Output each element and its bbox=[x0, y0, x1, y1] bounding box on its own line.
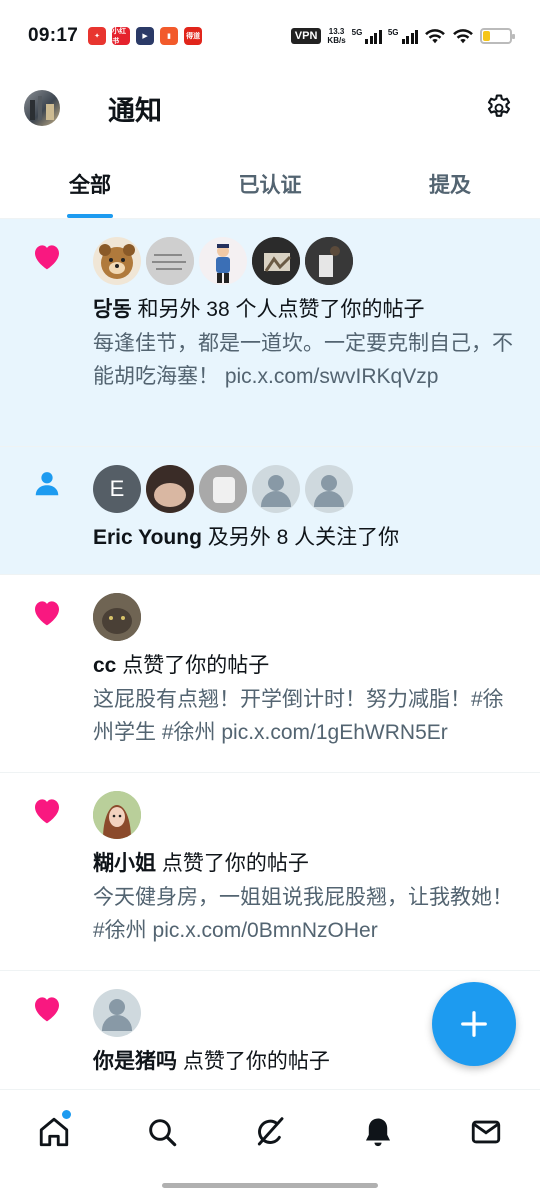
avatar[interactable] bbox=[146, 237, 194, 285]
wifi-icon bbox=[425, 29, 445, 44]
nav-search[interactable] bbox=[108, 1090, 216, 1173]
avatar[interactable] bbox=[199, 465, 247, 513]
compose-post-button[interactable] bbox=[432, 982, 516, 1066]
status-time: 09:17 bbox=[28, 25, 79, 46]
post-snippet[interactable]: 每逢佳节，都是一道坎。一定要克制自己，不能胡吃海塞！ pic.x.com/swv… bbox=[93, 327, 522, 393]
notification-headline: 당동 和另外 38 个人点赞了你的帖子 bbox=[93, 298, 425, 321]
actor-avatars bbox=[93, 237, 522, 285]
app-icon-5: 得道 bbox=[184, 27, 203, 45]
status-app-icons: ✦ 小红书 ▶ ▮ 得道 bbox=[88, 27, 203, 45]
signal-bars-icon bbox=[401, 28, 418, 44]
post-snippet[interactable]: 今天健身房，一姐姐说我屁股翘，让我教她！#徐州 pic.x.com/0BmnNz… bbox=[93, 881, 522, 947]
battery-icon bbox=[480, 28, 515, 44]
signal-bars-icon bbox=[365, 28, 382, 44]
avatar[interactable] bbox=[305, 465, 353, 513]
avatar[interactable] bbox=[252, 237, 300, 285]
nav-grok[interactable] bbox=[216, 1090, 324, 1173]
actor-avatars bbox=[93, 791, 522, 839]
notification-item[interactable]: 糊小姐 点赞了你的帖子 今天健身房，一姐姐说我屁股翘，让我教她！#徐州 pic.… bbox=[0, 773, 540, 971]
avatar[interactable] bbox=[305, 237, 353, 285]
signal-5g-2: 5G bbox=[388, 28, 418, 44]
notification-feed[interactable]: 당동 和另外 38 个人点赞了你的帖子 每逢佳节，都是一道坎。一定要克制自己，不… bbox=[0, 219, 540, 1089]
unread-dot bbox=[62, 1110, 71, 1119]
mail-icon bbox=[471, 1120, 501, 1143]
avatar[interactable] bbox=[93, 237, 141, 285]
tab-all[interactable]: 全部 bbox=[0, 150, 180, 218]
page-title: 通知 bbox=[108, 95, 162, 126]
gear-icon bbox=[487, 94, 511, 117]
nav-messages[interactable] bbox=[432, 1090, 540, 1173]
nav-notifications[interactable] bbox=[324, 1090, 432, 1173]
app-icon-4: ▮ bbox=[160, 27, 179, 45]
avatar[interactable] bbox=[93, 593, 141, 641]
grok-icon bbox=[257, 1116, 284, 1145]
actor-avatars: E bbox=[93, 465, 522, 513]
active-tab-indicator bbox=[67, 214, 113, 218]
bell-icon bbox=[365, 1118, 391, 1146]
app-icon-1: ✦ bbox=[88, 27, 107, 45]
avatar[interactable] bbox=[93, 989, 141, 1037]
vpn-badge: VPN bbox=[290, 28, 322, 44]
search-icon bbox=[149, 1118, 177, 1146]
avatar[interactable] bbox=[252, 465, 300, 513]
actor-avatars bbox=[93, 593, 522, 641]
nav-home[interactable] bbox=[0, 1090, 108, 1173]
notification-item[interactable]: cc 点赞了你的帖子 这屁股有点翘！开学倒计时！努力减脂！#徐州学生 #徐州 p… bbox=[0, 575, 540, 773]
network-speed: 13.3 KB/s bbox=[327, 27, 346, 45]
heart-icon bbox=[34, 997, 59, 1022]
heart-icon bbox=[34, 799, 59, 824]
plus-icon bbox=[461, 1011, 487, 1037]
signal-5g-1: 5G bbox=[352, 28, 382, 44]
tab-mentions[interactable]: 提及 bbox=[360, 150, 540, 218]
bottom-navigation bbox=[0, 1089, 540, 1173]
avatar[interactable] bbox=[146, 465, 194, 513]
tab-verified[interactable]: 已认证 bbox=[180, 150, 360, 218]
notification-headline: 糊小姐 点赞了你的帖子 bbox=[93, 852, 309, 875]
notification-tabs: 全部 已认证 提及 bbox=[0, 150, 540, 219]
profile-avatar[interactable] bbox=[24, 90, 60, 126]
avatar[interactable] bbox=[199, 237, 247, 285]
avatar[interactable]: E bbox=[93, 465, 141, 513]
avatar[interactable] bbox=[93, 791, 141, 839]
post-snippet[interactable]: 这屁股有点翘！开学倒计时！努力减脂！#徐州学生 #徐州 pic.x.com/1g… bbox=[93, 683, 522, 749]
wifi-icon bbox=[453, 29, 473, 44]
notification-item[interactable]: E Eric Young 及另外 8 人关注了你 bbox=[0, 447, 540, 575]
person-icon bbox=[35, 472, 58, 496]
home-icon bbox=[39, 1117, 69, 1146]
status-right: VPN 13.3 KB/s 5G 5G bbox=[290, 27, 515, 45]
heart-icon bbox=[34, 245, 59, 270]
notification-item[interactable]: 당동 和另外 38 个人点赞了你的帖子 每逢佳节，都是一道坎。一定要克制自己，不… bbox=[0, 219, 540, 447]
notification-headline: cc 点赞了你的帖子 bbox=[93, 654, 270, 677]
gesture-home-bar[interactable] bbox=[162, 1183, 378, 1188]
heart-icon bbox=[34, 601, 59, 626]
notification-headline: Eric Young 及另外 8 人关注了你 bbox=[93, 526, 400, 549]
top-app-bar: 通知 bbox=[0, 72, 540, 144]
settings-button[interactable] bbox=[482, 91, 516, 125]
app-icon-2: 小红书 bbox=[112, 27, 131, 45]
app-icon-3: ▶ bbox=[136, 27, 155, 45]
status-bar: 09:17 ✦ 小红书 ▶ ▮ 得道 VPN 13.3 KB/s 5G 5G bbox=[0, 0, 540, 72]
